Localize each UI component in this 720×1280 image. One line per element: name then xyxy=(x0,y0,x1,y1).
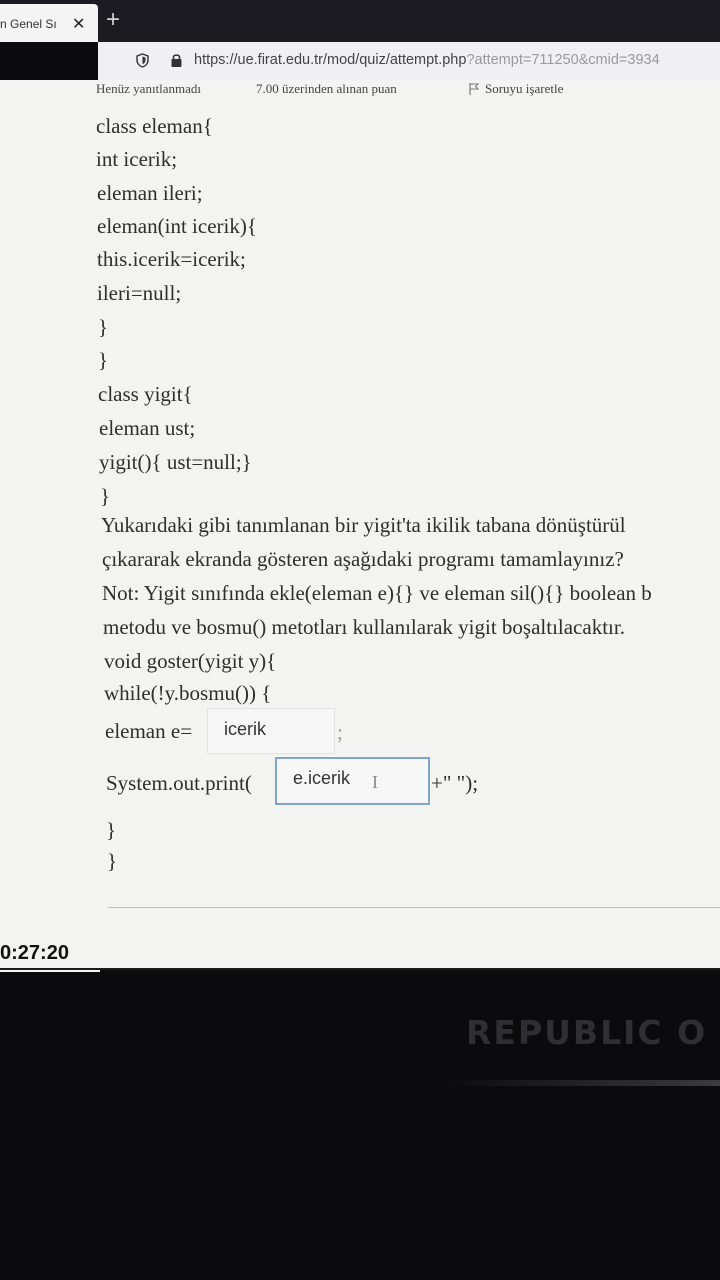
tab-title: n Genel Sı xyxy=(0,17,57,31)
screen-edge xyxy=(0,968,720,970)
code-line-prefix: eleman e= xyxy=(105,719,193,743)
code-line: void goster(yigit y){ xyxy=(104,649,277,673)
close-icon[interactable]: ✕ xyxy=(72,14,85,34)
code-line-suffix: ; xyxy=(337,720,343,744)
browser-tab-bar: n Genel Sı ✕ + xyxy=(0,0,720,42)
divider xyxy=(108,907,720,908)
answer-value: icerik xyxy=(224,719,267,739)
code-line: } xyxy=(100,484,111,508)
code-line: class yigit{ xyxy=(98,382,193,406)
question-status: Henüz yanıtlanmadı xyxy=(96,81,202,96)
code-line-suffix: +" "); xyxy=(431,771,479,795)
browser-tab[interactable]: n Genel Sı ✕ xyxy=(0,4,98,42)
code-line: } xyxy=(106,818,117,842)
question-text: Yukarıdaki gibi tanımlanan bir yigit'ta … xyxy=(101,513,626,537)
lock-icon[interactable] xyxy=(170,53,183,68)
code-line: } xyxy=(107,849,118,873)
code-line: while(!y.bosmu()) { xyxy=(104,681,272,705)
code-line: this.icerik=icerik; xyxy=(97,247,246,271)
code-line-prefix: System.out.print( xyxy=(106,771,252,795)
url-text[interactable]: https://ue.firat.edu.tr/mod/quiz/attempt… xyxy=(194,52,660,68)
quiz-page: Henüz yanıtlanmadı 7.00 üzerinden alınan… xyxy=(0,80,720,972)
question-text: çıkararak ekranda gösteren aşağıdaki pro… xyxy=(102,547,624,571)
code-line: eleman ust; xyxy=(99,416,196,440)
answer-input-1[interactable]: icerik xyxy=(207,708,335,754)
url-query: ?attempt=711250&cmid=3934 xyxy=(466,52,660,68)
timer-value: 0:27:20 xyxy=(0,942,69,964)
code-line: } xyxy=(98,315,109,339)
quiz-timer: 0:27:20 xyxy=(0,938,100,972)
question-text: metodu ve bosmu() metotları kullanılarak… xyxy=(103,615,625,639)
question-text: Not: Yigit sınıfında ekle(eleman e){} ve… xyxy=(102,581,652,605)
answer-input-2[interactable]: e.icerik I xyxy=(275,757,430,805)
code-line: class eleman{ xyxy=(96,114,213,138)
code-line: ileri=null; xyxy=(97,281,182,305)
plus-icon[interactable]: + xyxy=(106,6,120,34)
answer-value: e.icerik xyxy=(293,768,351,788)
question-points: 7.00 üzerinden alınan puan xyxy=(256,81,397,96)
code-line: int icerik; xyxy=(96,147,178,171)
flag-icon[interactable] xyxy=(469,83,479,95)
address-bar[interactable]: https://ue.firat.edu.tr/mod/quiz/attempt… xyxy=(98,42,720,81)
code-line: yigit(){ ust=null;} xyxy=(99,450,252,474)
flag-question-link[interactable]: Soruyu işaretle xyxy=(485,81,563,97)
code-line: eleman(int icerik){ xyxy=(97,214,257,238)
bezel-glare xyxy=(440,1080,720,1086)
shield-icon[interactable] xyxy=(136,53,149,68)
code-line: } xyxy=(98,348,109,372)
brand-logo: REPUBLIC O xyxy=(466,1013,708,1052)
url-main: https://ue.firat.edu.tr/mod/quiz/attempt… xyxy=(194,52,467,68)
text-cursor-icon: I xyxy=(372,772,378,792)
code-line: eleman ileri; xyxy=(97,181,203,205)
